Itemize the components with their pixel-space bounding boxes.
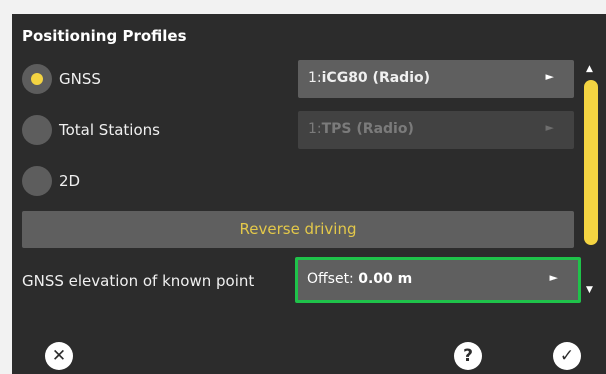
- dialog-title: Positioning Profiles: [22, 27, 187, 45]
- gnss-radio[interactable]: [22, 64, 52, 94]
- gnss-profile-value: iCG80 (Radio): [321, 70, 431, 86]
- elevation-label: GNSS elevation of known point: [22, 272, 255, 290]
- chevron-right-icon: ►: [549, 271, 558, 284]
- scrollbar-thumb[interactable]: [584, 80, 598, 245]
- reverse-driving-button[interactable]: Reverse driving: [22, 211, 574, 248]
- 2d-radio[interactable]: [22, 166, 52, 196]
- scroll-down-icon[interactable]: ▼: [586, 285, 593, 295]
- elevation-offset-select[interactable]: Offset: 0.00 m ►: [295, 257, 581, 303]
- help-circle-icon[interactable]: ?: [454, 342, 482, 370]
- gnss-profile-select[interactable]: 1:iCG80 (Radio) ►: [298, 60, 574, 98]
- total-stations-radio[interactable]: [22, 115, 52, 145]
- 2d-label: 2D: [59, 172, 81, 190]
- offset-prefix: Offset: 0.00 m: [307, 271, 413, 287]
- profile-row-total-stations: Total Stations 1:TPS (Radio) ►: [12, 109, 606, 153]
- positioning-profiles-dialog: Positioning Profiles GNSS 1:iCG80 (Radio…: [12, 14, 606, 374]
- profile-row-2d: 2D: [12, 160, 606, 204]
- chevron-right-icon: ►: [545, 70, 554, 83]
- total-stations-profile-select: 1:TPS (Radio) ►: [298, 111, 574, 149]
- offset-value: 0.00 m: [358, 271, 413, 287]
- gnss-profile-prefix: 1:iCG80 (Radio): [308, 70, 431, 86]
- tps-profile-value: TPS (Radio): [321, 121, 414, 137]
- close-circle-icon[interactable]: ✕: [45, 342, 73, 370]
- scroll-up-icon[interactable]: ▲: [586, 64, 593, 74]
- check-circle-icon[interactable]: ✓: [553, 342, 581, 370]
- gnss-label: GNSS: [59, 70, 101, 88]
- total-stations-label: Total Stations: [59, 121, 160, 139]
- chevron-right-icon: ►: [545, 121, 554, 134]
- profile-row-gnss: GNSS 1:iCG80 (Radio) ►: [12, 58, 606, 102]
- tps-profile-prefix: 1:TPS (Radio): [308, 121, 414, 137]
